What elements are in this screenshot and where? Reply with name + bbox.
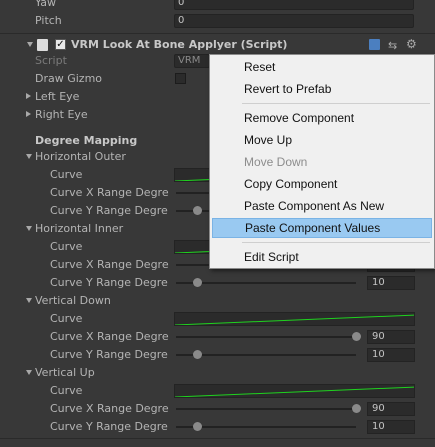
slider-knob[interactable] <box>352 332 361 341</box>
foldout-arrow-icon[interactable] <box>26 154 32 159</box>
y-range-row: Curve Y Range Degre 10 <box>0 418 435 436</box>
mapping-header[interactable]: Vertical Up <box>0 364 435 382</box>
menu-separator <box>242 242 430 243</box>
right-eye-label: Right Eye <box>35 108 88 121</box>
y-range-row: Curve Y Range Degre 10 <box>0 346 435 364</box>
y-range-label: Curve Y Range Degre <box>50 420 168 433</box>
curve-label: Curve <box>50 384 83 397</box>
left-eye-label: Left Eye <box>35 90 80 103</box>
y-range-label: Curve Y Range Degre <box>50 204 168 217</box>
x-range-label: Curve X Range Degre <box>50 402 169 415</box>
foldout-arrow-icon[interactable] <box>26 226 32 231</box>
foldout-arrow-icon[interactable] <box>27 42 33 47</box>
enabled-checkbox[interactable]: ✓ <box>55 39 66 50</box>
y-range-field[interactable]: 10 <box>367 420 415 434</box>
menu-item-remove-component[interactable]: Remove Component <box>212 108 432 128</box>
slider-track <box>176 354 356 356</box>
draw-gizmo-label: Draw Gizmo <box>35 72 103 85</box>
menu-item-paste-component-as-new[interactable]: Paste Component As New <box>212 196 432 216</box>
x-range-row: Curve X Range Degre 90 <box>0 328 435 346</box>
draw-gizmo-checkbox[interactable] <box>175 73 186 84</box>
menu-item-move-up[interactable]: Move Up <box>212 130 432 150</box>
divider <box>0 33 435 34</box>
slider-knob[interactable] <box>352 404 361 413</box>
menu-item-copy-component[interactable]: Copy Component <box>212 174 432 194</box>
script-field[interactable]: VRM <box>174 54 210 68</box>
foldout-arrow-icon[interactable] <box>26 93 31 99</box>
x-range-field[interactable]: 90 <box>367 402 415 416</box>
curve-row: Curve <box>0 382 435 400</box>
curve-graph <box>175 314 414 325</box>
mapping-label: Horizontal Outer <box>35 150 126 163</box>
component-title: VRM Look At Bone Applyer (Script) <box>71 38 288 51</box>
context-menu: Reset Revert to Prefab Remove Component … <box>209 54 435 269</box>
y-range-label: Curve Y Range Degre <box>50 348 168 361</box>
curve-graph <box>175 386 414 397</box>
help-icon[interactable] <box>369 39 380 50</box>
menu-item-revert-to-prefab[interactable]: Revert to Prefab <box>212 79 432 99</box>
foldout-arrow-icon[interactable] <box>26 370 32 375</box>
yaw-field[interactable]: 0 <box>174 0 414 10</box>
pitch-label: Pitch <box>35 14 62 27</box>
curve-label: Curve <box>50 168 83 181</box>
divider <box>0 438 435 439</box>
slider-track <box>176 408 356 410</box>
script-label: Script <box>35 54 67 67</box>
slider-knob[interactable] <box>193 206 202 215</box>
y-range-row: Curve Y Range Degre 10 <box>0 274 435 292</box>
foldout-arrow-icon[interactable] <box>26 298 32 303</box>
x-range-field[interactable]: 90 <box>367 330 415 344</box>
mapping-label: Vertical Down <box>35 294 111 307</box>
x-range-label: Curve X Range Degre <box>50 186 169 199</box>
slider-track <box>176 426 356 428</box>
curve-label: Curve <box>50 312 83 325</box>
x-range-row: Curve X Range Degre 90 <box>0 400 435 418</box>
slider-knob[interactable] <box>193 278 202 287</box>
curve-row: Curve <box>0 310 435 328</box>
pitch-row: Pitch 0 <box>0 12 435 30</box>
curve-label: Curve <box>50 240 83 253</box>
slider-knob[interactable] <box>193 422 202 431</box>
y-range-field[interactable]: 10 <box>367 276 415 290</box>
mapping-label: Horizontal Inner <box>35 222 124 235</box>
slider-track <box>176 336 356 338</box>
foldout-arrow-icon[interactable] <box>26 111 31 117</box>
preset-icon[interactable]: ⇆ <box>388 39 397 52</box>
slider-track <box>176 282 356 284</box>
yaw-row: Yaw 0 <box>0 0 435 12</box>
script-icon <box>37 39 48 51</box>
menu-item-edit-script[interactable]: Edit Script <box>212 247 432 267</box>
y-range-label: Curve Y Range Degre <box>50 276 168 289</box>
curve-field[interactable] <box>174 384 415 398</box>
menu-item-reset[interactable]: Reset <box>212 57 432 77</box>
curve-field[interactable] <box>174 312 415 326</box>
menu-item-paste-component-values[interactable]: Paste Component Values <box>212 218 432 238</box>
gear-icon[interactable]: ⚙ <box>406 37 417 51</box>
x-range-label: Curve X Range Degre <box>50 330 169 343</box>
menu-separator <box>242 103 430 104</box>
menu-item-move-down: Move Down <box>244 155 308 169</box>
x-range-label: Curve X Range Degre <box>50 258 169 271</box>
yaw-label: Yaw <box>35 0 56 9</box>
mapping-header[interactable]: Vertical Down <box>0 292 435 310</box>
y-range-field[interactable]: 10 <box>367 348 415 362</box>
pitch-field[interactable]: 0 <box>174 14 414 28</box>
slider-knob[interactable] <box>193 350 202 359</box>
degree-mapping-label: Degree Mapping <box>35 134 138 147</box>
mapping-label: Vertical Up <box>35 366 95 379</box>
